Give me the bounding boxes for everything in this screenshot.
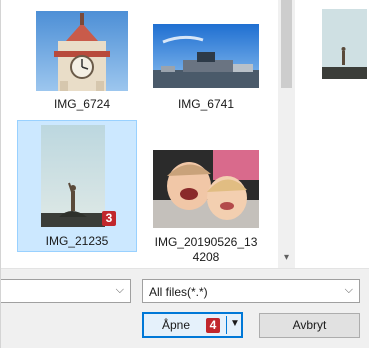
file-item-img-6724[interactable]: IMG_6724 <box>29 8 135 120</box>
file-item-img-6741[interactable]: IMG_6741 <box>150 8 262 120</box>
thumbnail-two-children <box>153 150 259 228</box>
file-name-line2: 4208 <box>192 250 220 264</box>
file-name-line1: IMG_20190526_13 <box>154 235 258 249</box>
cancel-button[interactable]: Avbryt <box>259 313 360 338</box>
file-name: IMG_21235 <box>45 234 109 248</box>
step-badge-4: 4 <box>206 318 220 333</box>
step-badge-3: 3 <box>102 211 116 226</box>
dialog-bottom-bar: ⌵ All files(*.*) ⌵ Åpne 4 ▼ Avbryt <box>1 268 369 348</box>
filename-combobox[interactable]: ⌵ <box>1 279 131 303</box>
preview-thumbnail <box>322 9 367 79</box>
file-item-img-20190526-134208[interactable]: IMG_20190526_13 4208 <box>149 148 263 268</box>
chevron-down-icon[interactable]: ⌵ <box>345 284 353 297</box>
thumbnail-person-sky <box>41 125 105 227</box>
file-item-img-21235[interactable]: 3 IMG_21235 <box>17 120 137 252</box>
preview-pane <box>295 0 369 268</box>
chevron-down-icon[interactable]: ⌵ <box>116 284 124 297</box>
file-list-pane[interactable]: IMG_6724 IMG_6741 3 IMG_21235 IMG_201905… <box>1 0 295 268</box>
dropdown-arrow-icon[interactable]: ▼ <box>230 318 240 329</box>
file-name: IMG_6741 <box>177 97 235 111</box>
vertical-scrollbar[interactable]: ▾ <box>278 0 295 268</box>
open-button[interactable]: Åpne 4 ▼ <box>142 312 243 338</box>
scroll-down-arrow-icon[interactable]: ▾ <box>278 251 295 265</box>
thumbnail-clock-tower <box>36 11 128 91</box>
thumbnail-harbor-scene <box>153 24 259 88</box>
open-button-label: Åpne <box>162 318 191 332</box>
file-type-select[interactable]: All files(*.*) ⌵ <box>142 279 360 303</box>
file-type-value: All files(*.*) <box>149 285 208 299</box>
file-name: IMG_6724 <box>53 97 111 111</box>
split-divider <box>226 316 227 334</box>
file-open-dialog: IMG_6724 IMG_6741 3 IMG_21235 IMG_201905… <box>0 0 369 348</box>
scrollbar-thumb[interactable] <box>281 0 292 88</box>
